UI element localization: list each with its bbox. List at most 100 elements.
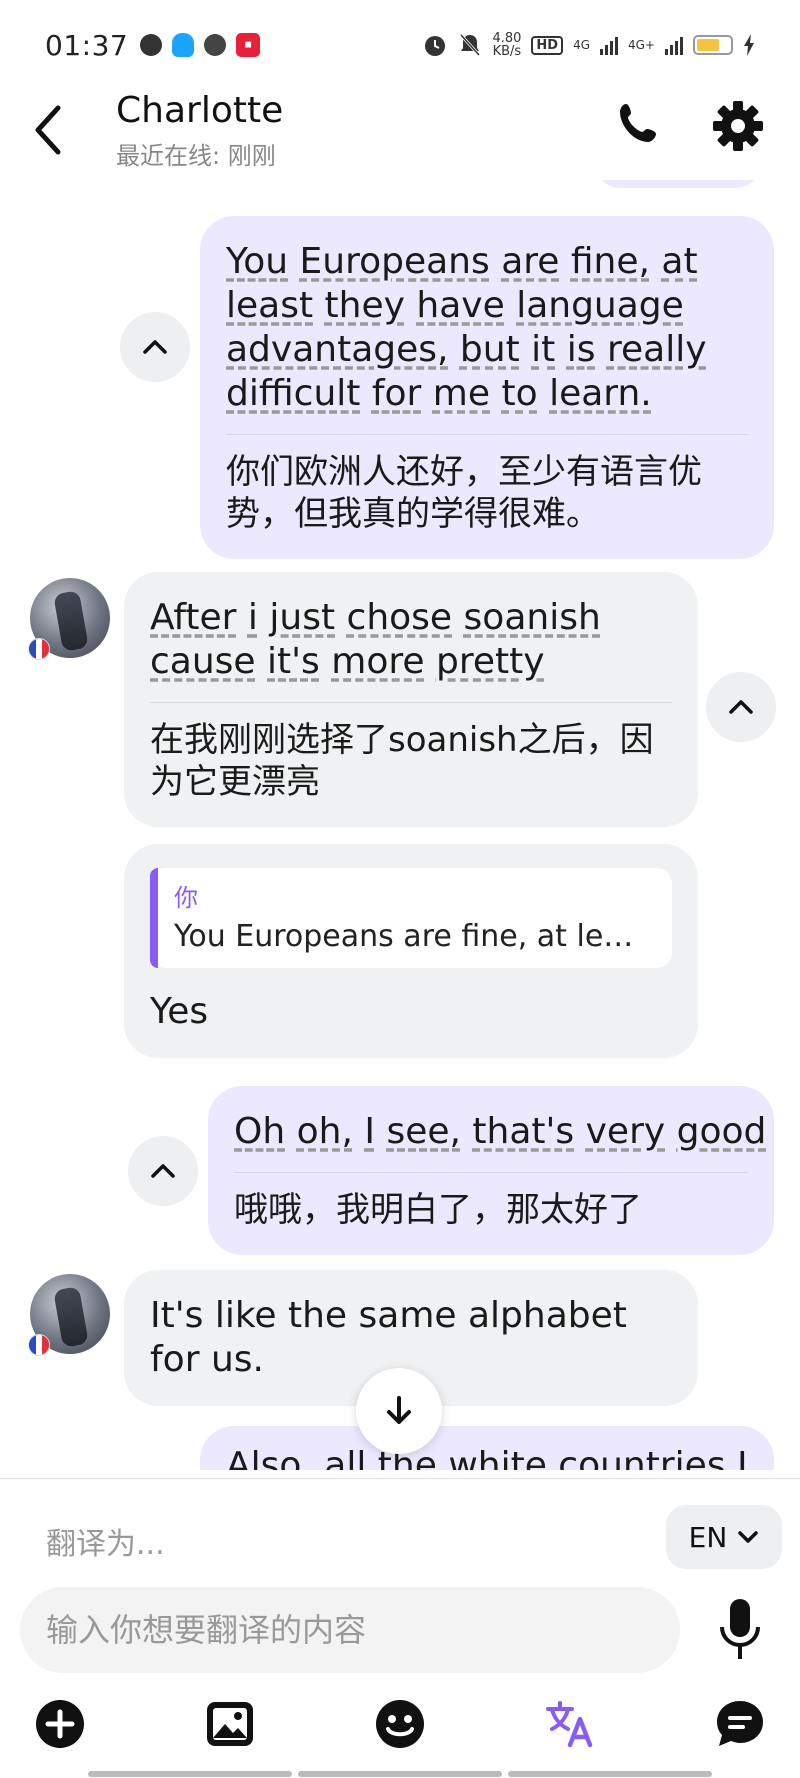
quoted-message[interactable]: 你 You Europeans are fine, at le… [150, 868, 672, 968]
france-flag-icon [28, 638, 50, 660]
network-speed: 4.80 KB/s [492, 32, 521, 58]
translatable-word[interactable]: for [372, 373, 422, 414]
message-list[interactable]: You Europeans are fine, at least they ha… [0, 180, 800, 1470]
collapse-translation-button[interactable] [128, 1136, 198, 1206]
back-arrow-icon[interactable] [28, 100, 68, 160]
translatable-word[interactable]: but [460, 329, 520, 370]
translatable-word[interactable]: me [433, 373, 490, 414]
translatable-word[interactable]: learn. [549, 373, 652, 414]
translatable-word[interactable]: Oh [234, 1111, 285, 1152]
language-selector[interactable]: EN [666, 1505, 782, 1569]
translatable-word[interactable]: that's [472, 1111, 574, 1152]
message-bubble-sent[interactable]: Also, all the white countries I [200, 1426, 774, 1470]
arrow-down-icon [387, 1396, 411, 1424]
translatable-word[interactable]: I [364, 1111, 375, 1152]
translatable-word[interactable]: at [661, 241, 697, 282]
chevron-up-icon [143, 340, 167, 354]
scroll-to-bottom-button[interactable] [356, 1368, 442, 1454]
emoji-icon [376, 1700, 424, 1748]
system-nav-bar [88, 1771, 712, 1777]
speed-unit: KB/s [492, 44, 522, 59]
chevron-up-icon [729, 700, 753, 714]
message-text: Yes [150, 991, 209, 1032]
image-button[interactable] [203, 1697, 257, 1751]
quote-author: 你 [174, 884, 198, 912]
message-original-text: Also, all the white countries I [226, 1445, 748, 1470]
translatable-word[interactable]: they [325, 285, 405, 326]
last-seen-status: 最近在线: 刚刚 [116, 142, 276, 170]
status-bar: 01:37 ◼ 4.80 KB/s HD 4G 4G+ [0, 0, 800, 90]
emoji-button[interactable] [373, 1697, 427, 1751]
translatable-word[interactable]: is [567, 329, 596, 370]
france-flag-icon [28, 1334, 50, 1356]
image-icon [207, 1702, 253, 1746]
chevron-down-icon [738, 1531, 759, 1543]
red-app-icon: ◼ [236, 33, 261, 57]
microphone-icon[interactable] [718, 1597, 762, 1663]
translatable-word[interactable]: really [607, 329, 707, 370]
quote-text: You Europeans are fine, at le… [174, 919, 634, 954]
message-translation: 哦哦，我明白了，那太好了 [234, 1190, 642, 1230]
translatable-word[interactable]: just [269, 597, 335, 638]
translatable-word[interactable]: to [501, 373, 537, 414]
translatable-word[interactable]: more [331, 641, 424, 682]
collapse-translation-button[interactable] [706, 672, 776, 742]
signal-icon [600, 35, 618, 55]
translatable-word[interactable]: fine, [571, 241, 650, 282]
message-original-text: Oh oh, I see, that's very good [234, 1110, 766, 1154]
collapse-translation-button[interactable] [120, 312, 190, 382]
phone-icon[interactable] [616, 100, 664, 150]
translatable-word[interactable]: difficult [226, 373, 360, 414]
translatable-word[interactable]: language [516, 285, 684, 326]
translate-icon [546, 1701, 593, 1748]
globe-icon [140, 34, 163, 56]
translate-to-label: 翻译为... [46, 1527, 165, 1562]
translatable-word[interactable]: cause [150, 641, 256, 682]
app-notification-icon [204, 34, 227, 56]
translatable-word[interactable]: it [531, 329, 555, 370]
chat-button[interactable] [713, 1697, 767, 1751]
translatable-word[interactable]: pretty [436, 641, 545, 682]
message-input[interactable] [20, 1587, 680, 1673]
contact-name[interactable]: Charlotte [116, 90, 283, 131]
translatable-word[interactable]: very [586, 1111, 666, 1152]
translatable-word[interactable]: it's [267, 641, 320, 682]
translatable-word[interactable]: You [226, 241, 288, 282]
language-code: EN [688, 1520, 728, 1554]
signal-icon-2 [665, 35, 683, 55]
add-button[interactable] [33, 1697, 87, 1751]
translatable-word[interactable]: see, [386, 1111, 461, 1152]
previous-message-bubble [596, 180, 760, 188]
message-translation: 你们欧洲人还好，至少有语言优势，但我真的学得很难。 [226, 452, 702, 534]
network-type-1: 4G [573, 38, 590, 52]
translatable-word[interactable]: advantages, [226, 329, 448, 370]
alarm-icon [425, 36, 446, 56]
composer-panel: 翻译为... EN [0, 1478, 800, 1778]
message-bubble-sent[interactable]: Oh oh, I see, that's very good 哦哦，我明白了，那… [208, 1086, 774, 1255]
message-bubble-reply[interactable]: 你 You Europeans are fine, at le… Yes [124, 844, 698, 1058]
translatable-word[interactable]: least [226, 285, 313, 326]
penguin-app-icon [172, 33, 195, 57]
translatable-word[interactable]: Europeans [300, 241, 490, 282]
message-translation: 在我刚刚选择了soanish之后，因为它更漂亮 [150, 720, 654, 802]
translatable-word[interactable]: good [677, 1111, 767, 1152]
translatable-word[interactable]: soanish [464, 597, 601, 638]
translatable-word[interactable]: have [416, 285, 504, 326]
mute-bell-icon [460, 33, 481, 57]
translatable-word[interactable]: i [248, 597, 258, 638]
message-bubble-sent[interactable]: You Europeans are fine, at least they ha… [200, 216, 774, 559]
hd-badge: HD [531, 35, 564, 55]
translatable-word[interactable]: chose [347, 597, 453, 638]
gear-icon[interactable] [712, 100, 764, 152]
translatable-word[interactable]: are [501, 241, 559, 282]
status-system-icons: 4.80 KB/s HD 4G 4G+ [422, 32, 755, 58]
message-bubble-received[interactable]: After i just chose soanish cause it's mo… [124, 572, 698, 827]
translate-button[interactable] [543, 1697, 597, 1751]
translatable-word[interactable]: After [150, 597, 236, 638]
translatable-word[interactable]: oh, [297, 1111, 353, 1152]
chevron-up-icon [151, 1164, 175, 1178]
chat-bubble-icon [717, 1701, 763, 1746]
chat-header: Charlotte 最近在线: 刚刚 [0, 90, 800, 180]
status-time: 01:37 [45, 28, 129, 62]
divider [150, 702, 672, 703]
